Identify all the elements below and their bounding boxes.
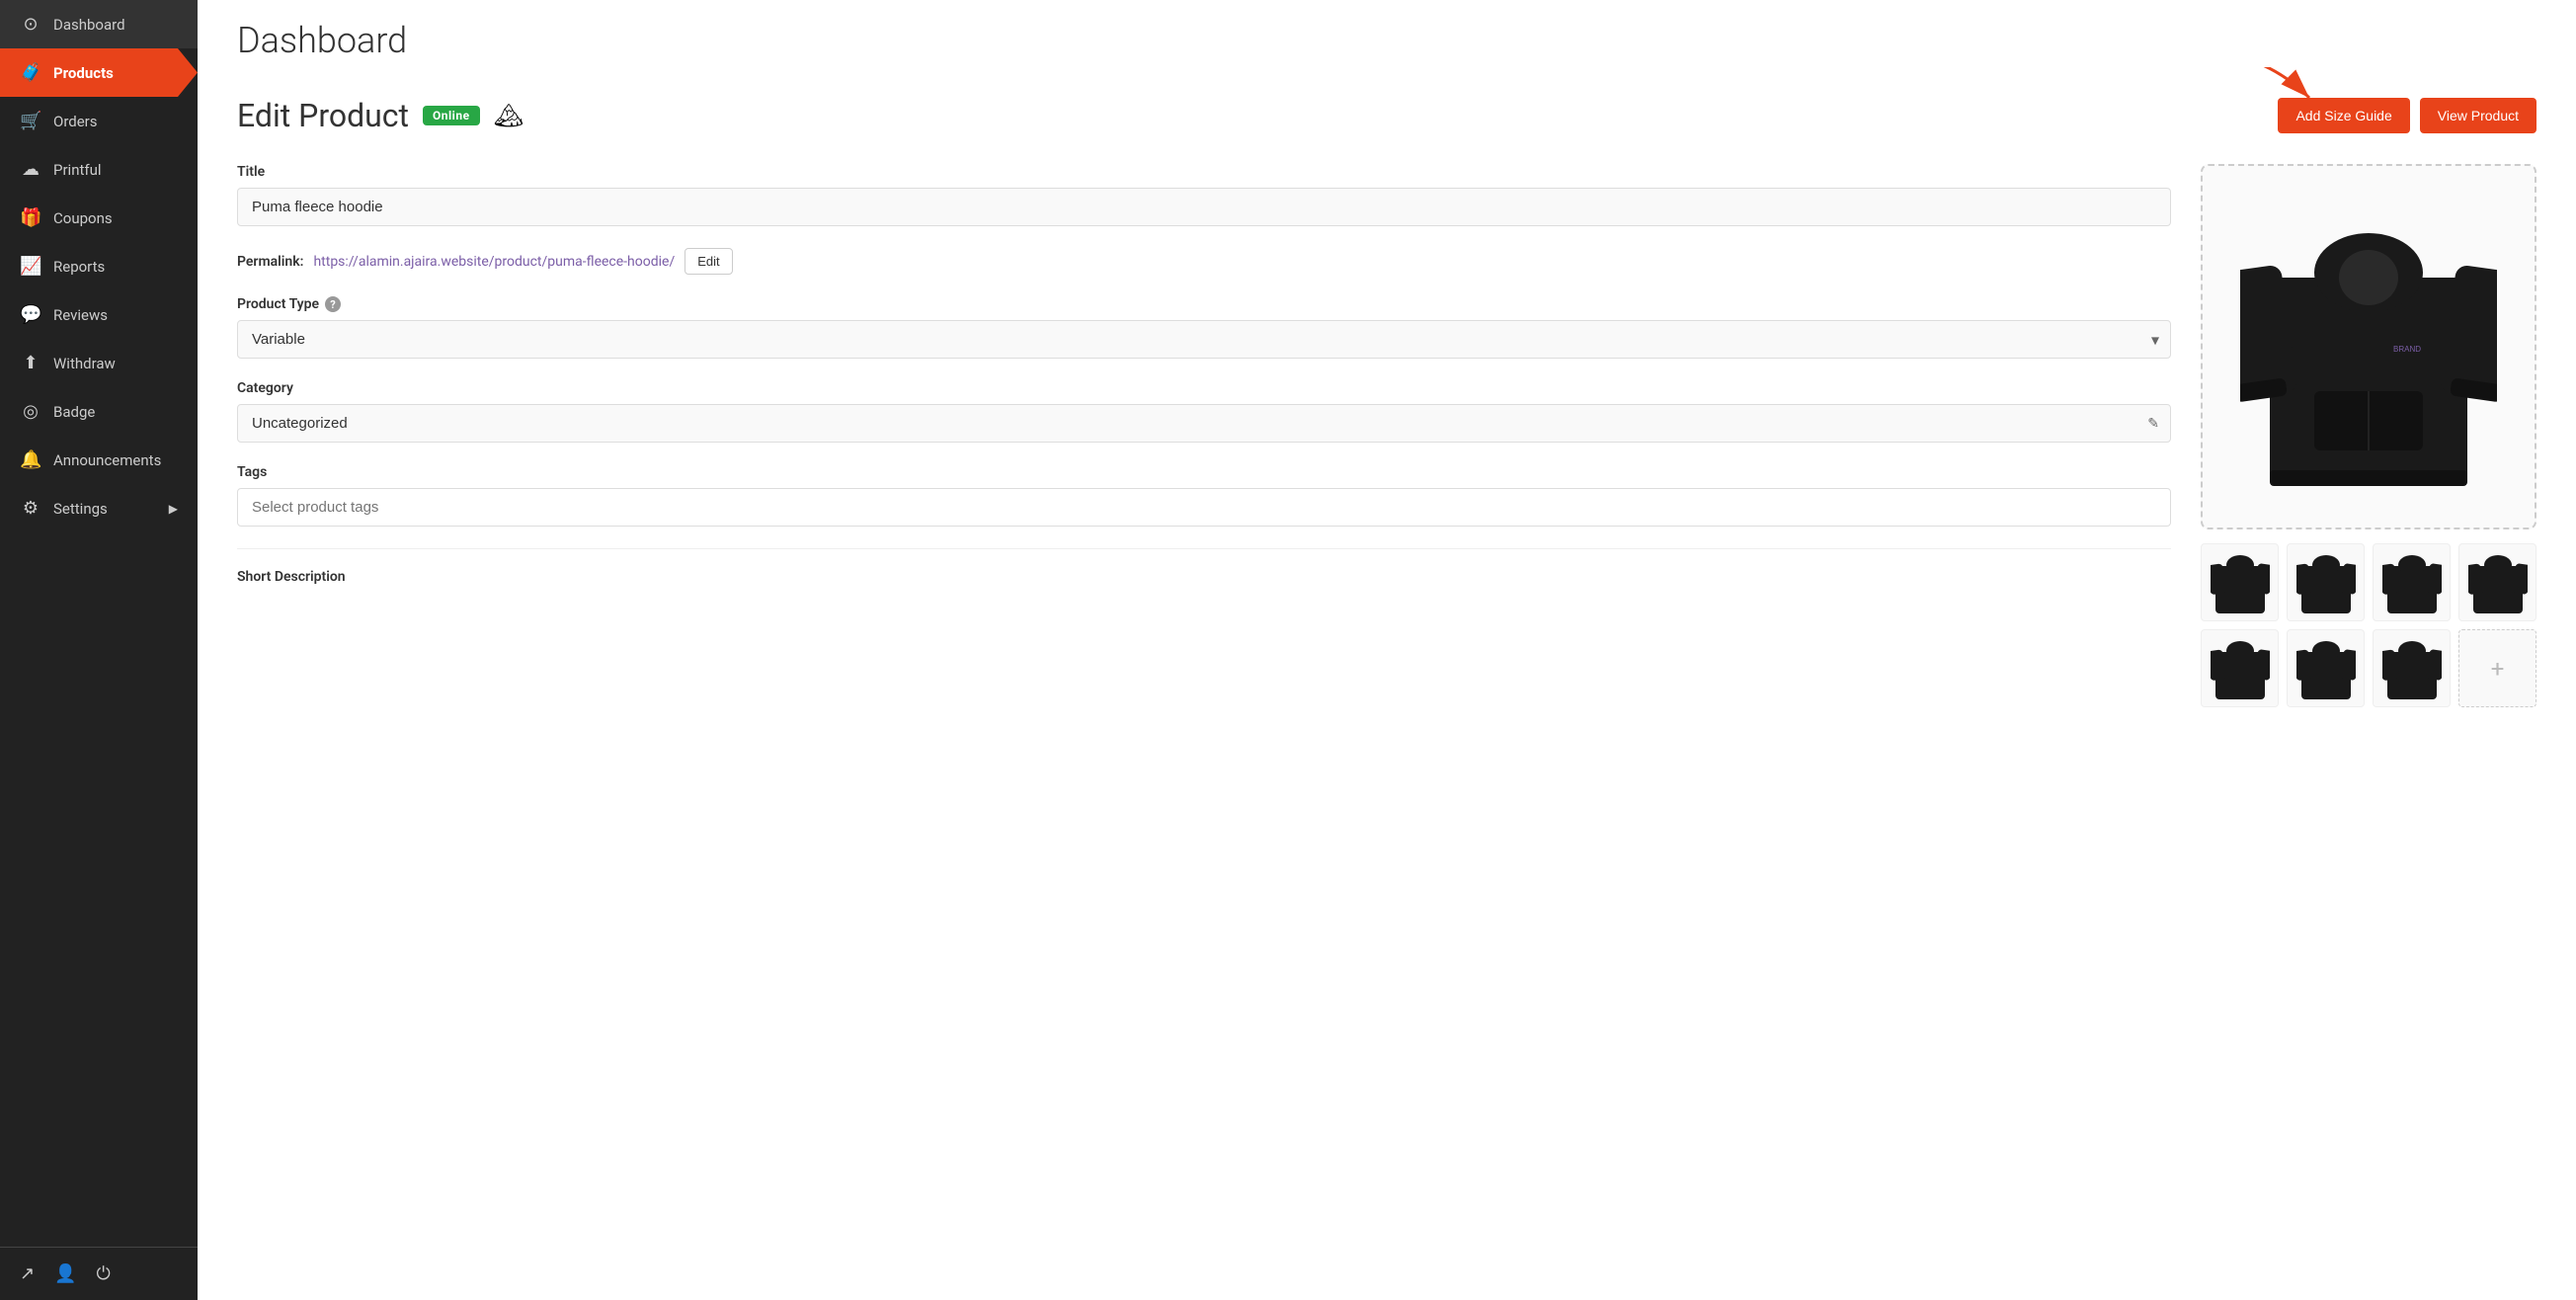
sidebar-item-label: Orders [53, 113, 98, 130]
thumbnail-1[interactable] [2201, 543, 2279, 621]
permalink-row: Permalink: https://alamin.ajaira.website… [237, 248, 2171, 275]
product-type-select-wrapper: Simple Variable Grouped External/Affilia… [237, 320, 2171, 359]
badge-icon: ◎ [20, 401, 41, 422]
title-group: Title [237, 164, 2171, 226]
thumbnail-7[interactable] [2373, 629, 2451, 707]
sidebar-item-label: Withdraw [53, 355, 116, 372]
thumbnail-image-6 [2296, 634, 2356, 703]
category-input[interactable] [237, 404, 2171, 443]
product-type-select[interactable]: Simple Variable Grouped External/Affilia… [237, 320, 2171, 359]
sidebar-item-label: Products [53, 64, 114, 82]
sidebar-item-reviews[interactable]: 💬 Reviews [0, 290, 198, 339]
short-description-label: Short Description [237, 548, 2171, 585]
title-label: Title [237, 164, 2171, 180]
thumbnail-image-5 [2211, 634, 2270, 703]
title-input[interactable] [237, 188, 2171, 226]
view-product-button[interactable]: View Product [2420, 98, 2536, 133]
sidebar-item-withdraw[interactable]: ⬆ Withdraw [0, 339, 198, 387]
sidebar-item-label: Printful [53, 161, 102, 179]
user-icon[interactable]: 👤 [54, 1263, 76, 1284]
coupons-icon: 🎁 [20, 207, 41, 228]
power-icon[interactable]: ⏻ [97, 1263, 111, 1284]
thumbnail-image-2 [2296, 548, 2356, 617]
svg-text:BRAND: BRAND [2393, 345, 2421, 354]
edit-product-title-row: Edit Product Online 🏔 [237, 97, 523, 134]
thumbnail-3[interactable] [2373, 543, 2451, 621]
category-edit-icon[interactable]: ✎ [2147, 416, 2159, 432]
sidebar-item-label: Reports [53, 258, 105, 276]
add-size-guide-button[interactable]: Add Size Guide [2278, 98, 2409, 133]
sidebar-item-label: Settings [53, 500, 108, 518]
reports-icon: 📈 [20, 256, 41, 277]
announcements-icon: 🔔 [20, 449, 41, 470]
sidebar-item-orders[interactable]: 🛒 Orders [0, 97, 198, 145]
category-group: Category ✎ [237, 380, 2171, 443]
permalink-edit-button[interactable]: Edit [684, 248, 732, 275]
reviews-icon: 💬 [20, 304, 41, 325]
main-content: Edit Product Online 🏔 [198, 67, 2576, 1300]
image-column: BRAND [2201, 164, 2536, 707]
settings-arrow-icon: ▶ [169, 502, 178, 516]
form-column: Title Permalink: https://alamin.ajaira.w… [237, 164, 2171, 707]
product-type-help-icon[interactable]: ? [325, 296, 341, 312]
sidebar: ⊙ Dashboard 🧳 Products 🛒 Orders ☁ Printf… [0, 0, 198, 1300]
product-image-svg: BRAND [2240, 179, 2497, 515]
tags-label: Tags [237, 464, 2171, 480]
sidebar-item-settings[interactable]: ⚙ Settings ▶ [0, 484, 198, 532]
header-actions: Add Size Guide View Product [2278, 98, 2536, 133]
permalink-label: Permalink: [237, 254, 303, 270]
product-type-label: Product Type ? [237, 296, 2171, 312]
add-image-button[interactable]: + [2458, 629, 2536, 707]
sidebar-item-label: Coupons [53, 209, 113, 227]
thumbnail-grid: + [2201, 543, 2536, 707]
printful-icon: ☁ [20, 159, 41, 180]
sidebar-item-label: Announcements [53, 451, 161, 469]
sidebar-item-reports[interactable]: 📈 Reports [0, 242, 198, 290]
sidebar-item-badge[interactable]: ◎ Badge [0, 387, 198, 436]
thumbnail-image-1 [2211, 548, 2270, 617]
thumbnail-5[interactable] [2201, 629, 2279, 707]
status-badge: Online [423, 106, 480, 125]
sidebar-item-announcements[interactable]: 🔔 Announcements [0, 436, 198, 484]
category-label: Category [237, 380, 2171, 396]
sidebar-item-dashboard[interactable]: ⊙ Dashboard [0, 0, 198, 48]
thumbnail-image-3 [2382, 548, 2442, 617]
sidebar-item-label: Reviews [53, 306, 108, 324]
orders-icon: 🛒 [20, 111, 41, 131]
thumbnail-image-7 [2382, 634, 2442, 703]
product-type-group: Product Type ? Simple Variable Grouped E… [237, 296, 2171, 359]
tags-group: Tags [237, 464, 2171, 527]
permalink-link[interactable]: https://alamin.ajaira.website/product/pu… [313, 254, 675, 270]
external-link-icon[interactable]: ↗ [20, 1263, 35, 1284]
products-icon: 🧳 [20, 62, 41, 83]
sidebar-item-products[interactable]: 🧳 Products [0, 48, 198, 97]
settings-icon: ⚙ [20, 498, 41, 519]
sidebar-item-coupons[interactable]: 🎁 Coupons [0, 194, 198, 242]
sidebar-item-label: Badge [53, 403, 95, 421]
category-input-wrapper: ✎ [237, 404, 2171, 443]
thumbnail-4[interactable] [2458, 543, 2536, 621]
tags-input[interactable] [237, 488, 2171, 527]
sidebar-bottom: ↗ 👤 ⏻ [0, 1247, 198, 1300]
withdraw-icon: ⬆ [20, 353, 41, 373]
content-header: Edit Product Online 🏔 [237, 97, 2536, 134]
thumbnail-6[interactable] [2287, 629, 2365, 707]
thumbnail-image-4 [2468, 548, 2528, 617]
content-columns: Title Permalink: https://alamin.ajaira.w… [237, 164, 2536, 707]
dashboard-heading-area: Dashboard [198, 0, 2576, 67]
thumbnail-2[interactable] [2287, 543, 2365, 621]
brand-logo-icon: 🏔 [494, 102, 523, 129]
main-product-image[interactable]: BRAND [2201, 164, 2536, 529]
page-title: Dashboard [237, 20, 2536, 61]
sidebar-item-printful[interactable]: ☁ Printful [0, 145, 198, 194]
sidebar-item-label: Dashboard [53, 16, 125, 34]
sidebar-nav: ⊙ Dashboard 🧳 Products 🛒 Orders ☁ Printf… [0, 0, 198, 532]
dashboard-icon: ⊙ [20, 14, 41, 35]
edit-product-heading: Edit Product [237, 97, 409, 134]
